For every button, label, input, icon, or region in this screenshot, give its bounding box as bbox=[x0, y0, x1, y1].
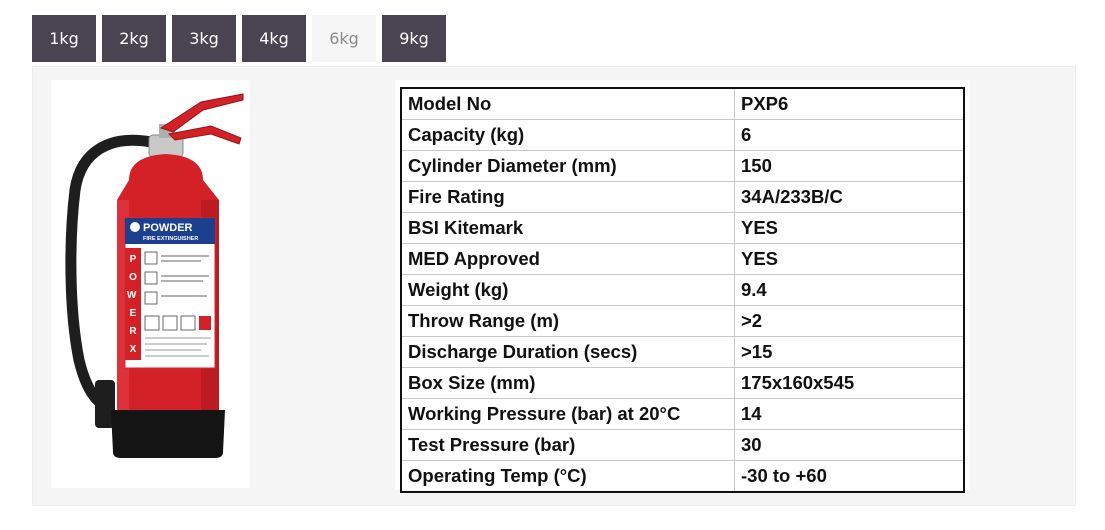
table-row: MED Approved YES bbox=[401, 243, 964, 275]
spec-label: Fire Rating bbox=[401, 181, 735, 213]
table-row: Cylinder Diameter (mm) 150 bbox=[401, 150, 964, 182]
spec-label: BSI Kitemark bbox=[401, 212, 735, 244]
fire-extinguisher-illustration: POWDER FIRE EXTINGUISHER POW ERX bbox=[65, 93, 244, 458]
spec-label: Operating Temp (°C) bbox=[401, 460, 735, 492]
spec-label: Weight (kg) bbox=[401, 274, 735, 306]
spec-value: 6 bbox=[734, 119, 964, 151]
spec-label: Capacity (kg) bbox=[401, 119, 735, 151]
tab-9kg[interactable]: 9kg bbox=[382, 15, 446, 62]
spec-value: -30 to +60 bbox=[734, 460, 964, 492]
label-brand: POWDER bbox=[143, 222, 193, 234]
table-row: Capacity (kg) 6 bbox=[401, 119, 964, 151]
spec-value: 9.4 bbox=[734, 274, 964, 306]
spec-label: Cylinder Diameter (mm) bbox=[401, 150, 735, 182]
spec-value: >2 bbox=[734, 305, 964, 337]
label-subtitle: FIRE EXTINGUISHER bbox=[143, 236, 198, 242]
spec-label: Model No bbox=[401, 88, 735, 120]
table-row: Test Pressure (bar) 30 bbox=[401, 429, 964, 461]
spec-value: >15 bbox=[734, 336, 964, 368]
table-row: Model No PXP6 bbox=[401, 88, 964, 120]
table-row: Discharge Duration (secs) >15 bbox=[401, 336, 964, 368]
spec-label: Working Pressure (bar) at 20°C bbox=[401, 398, 735, 430]
spec-value: 30 bbox=[734, 429, 964, 461]
tab-4kg[interactable]: 4kg bbox=[242, 15, 306, 62]
spec-label: Throw Range (m) bbox=[401, 305, 735, 337]
tab-3kg[interactable]: 3kg bbox=[172, 15, 236, 62]
spec-value: YES bbox=[734, 212, 964, 244]
spec-table-container: Model No PXP6 Capacity (kg) 6 Cylinder Dia… bbox=[395, 80, 970, 493]
fire-extinguisher-image: POWDER FIRE EXTINGUISHER POW ERX bbox=[51, 80, 250, 488]
spec-label: MED Approved bbox=[401, 243, 735, 275]
spec-label: Box Size (mm) bbox=[401, 367, 735, 399]
size-tabs: 1kg 2kg 3kg 4kg 6kg 9kg bbox=[32, 15, 446, 62]
spec-value: 150 bbox=[734, 150, 964, 182]
tab-2kg[interactable]: 2kg bbox=[102, 15, 166, 62]
table-row: Operating Temp (°C) -30 to +60 bbox=[401, 460, 964, 492]
spec-value: 175x160x545 bbox=[734, 367, 964, 399]
table-row: Throw Range (m) >2 bbox=[401, 305, 964, 337]
spec-value: 34A/233B/C bbox=[734, 181, 964, 213]
spec-label: Discharge Duration (secs) bbox=[401, 336, 735, 368]
table-row: BSI Kitemark YES bbox=[401, 212, 964, 244]
spec-label: Test Pressure (bar) bbox=[401, 429, 735, 461]
spec-value: YES bbox=[734, 243, 964, 275]
table-row: Fire Rating 34A/233B/C bbox=[401, 181, 964, 213]
spec-table: Model No PXP6 Capacity (kg) 6 Cylinder Dia… bbox=[400, 87, 965, 493]
table-row: Box Size (mm) 175x160x545 bbox=[401, 367, 964, 399]
tab-1kg[interactable]: 1kg bbox=[32, 15, 96, 62]
table-row: Working Pressure (bar) at 20°C 14 bbox=[401, 398, 964, 430]
table-row: Weight (kg) 9.4 bbox=[401, 274, 964, 306]
spec-value: 14 bbox=[734, 398, 964, 430]
spec-value: PXP6 bbox=[741, 93, 789, 114]
tab-6kg[interactable]: 6kg bbox=[312, 15, 376, 62]
